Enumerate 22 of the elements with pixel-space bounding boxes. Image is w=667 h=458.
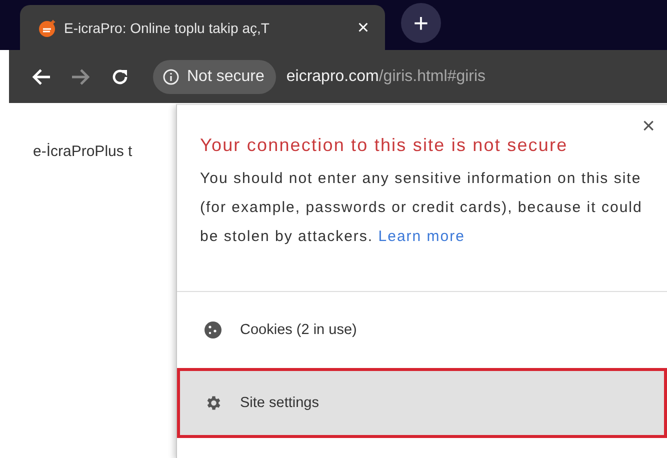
close-button[interactable]: × [638,115,659,137]
reload-button[interactable] [111,68,129,86]
back-icon [31,68,51,86]
tab-title: E-icraPro: Online toplu takip aç,T [64,20,270,36]
back-button[interactable] [31,68,51,86]
url-path: /giris.html#giris [378,68,486,86]
learn-more-link[interactable]: Learn more [378,228,465,245]
tab-close-button[interactable]: × [353,18,373,38]
popup-title: Your connection to this site is not secure [200,135,569,156]
page-text: e-İcraProPlus t [33,143,132,160]
security-chip[interactable]: Not secure [153,60,276,94]
warning-message: You should not enter any sensitive information on this site (for example, passwords or credit cards), because it could be stolen by attackers. Learn more [200,169,644,247]
new-tab-button[interactable]: + [401,3,441,43]
url-host: eicrapro.com [286,68,379,86]
forward-icon [71,68,91,86]
info-icon [163,68,179,84]
browser-tab[interactable]: E-icraPro: Online toplu takip aç,T × [20,5,385,50]
cookie-icon [204,321,222,339]
cookies-item[interactable]: Cookies (2 in use) [177,306,667,354]
reload-icon [111,68,129,86]
settings-item[interactable]: Site settings [177,368,667,438]
site-logo-icon [38,18,56,36]
